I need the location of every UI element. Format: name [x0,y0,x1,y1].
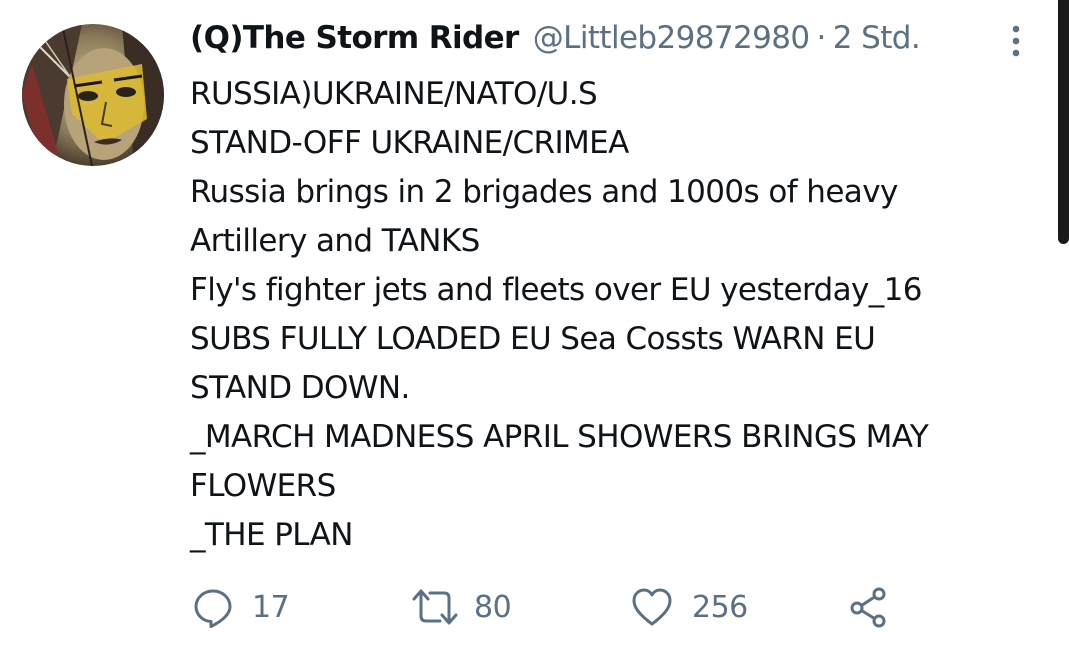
more-vertical-icon [1012,25,1020,57]
retweet-count: 80 [474,589,512,625]
tweet-actions: 17 80 256 [190,584,910,630]
scrollbar[interactable] [1058,0,1069,244]
avatar-image [22,24,164,166]
user-handle[interactable]: @Littleb29872980 [533,20,810,56]
tweet-text-line: SUBS FULLY LOADED EU Sea Cossts WARN EU [190,321,876,357]
tweet-text-line: _MARCH MADNESS APRIL SHOWERS BRINGS MAY [190,419,929,455]
like-button[interactable]: 256 [630,584,748,630]
tweet-text-line: Artillery and TANKS [190,223,480,259]
tweet-header: (Q)The Storm Rider @Littleb29872980 · 2 … [190,20,921,66]
tweet-text-line: Russia brings in 2 brigades and 1000s of… [190,174,898,210]
share-button[interactable] [848,584,890,630]
timestamp[interactable]: 2 Std. [833,20,921,56]
tweet-text-line: Fly's fighter jets and fleets over EU ye… [190,272,923,308]
tweet-text-line: STAND DOWN. [190,370,410,406]
tweet-text-line: FLOWERS [190,468,336,504]
retweet-icon [412,589,458,625]
tweet-text: RUSSIA)UKRAINE/NATO/U.S STAND-OFF UKRAIN… [190,70,1040,560]
reply-count: 17 [252,589,290,625]
heart-icon [632,588,672,626]
share-icon [850,587,886,628]
tweet-text-line: _THE PLAN [190,517,353,553]
reply-button[interactable]: 17 [192,584,290,630]
avatar[interactable] [22,24,164,166]
more-options-button[interactable] [1005,24,1027,58]
retweet-button[interactable]: 80 [410,584,512,630]
tweet-text-line: STAND-OFF UKRAINE/CRIMEA [190,125,629,161]
tweet[interactable]: (Q)The Storm Rider @Littleb29872980 · 2 … [0,0,1069,657]
separator-dot: · [816,20,827,56]
display-name[interactable]: (Q)The Storm Rider [190,20,519,56]
like-count: 256 [692,589,748,625]
tweet-text-line: RUSSIA)UKRAINE/NATO/U.S [190,76,598,112]
reply-icon [194,589,232,628]
